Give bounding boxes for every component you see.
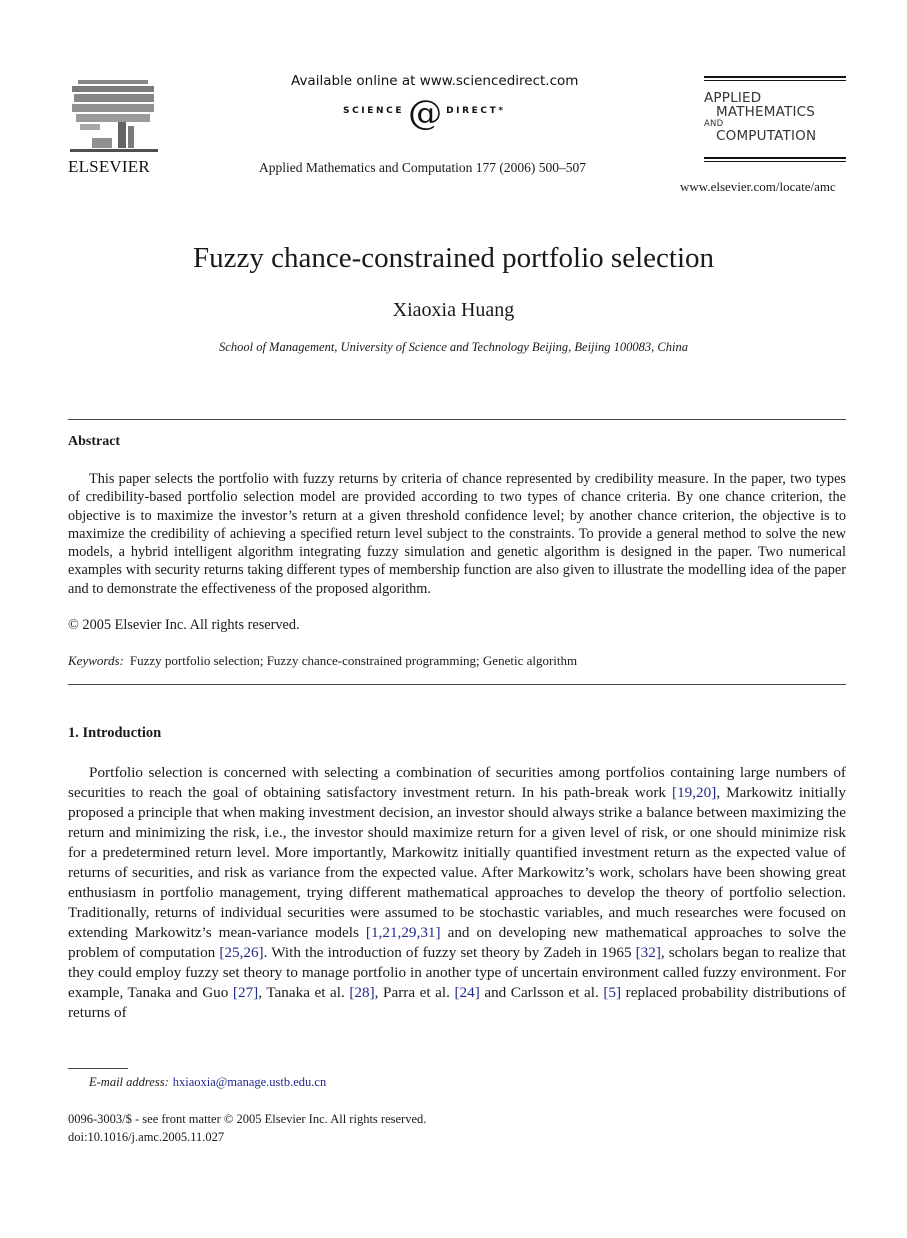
author-affiliation: School of Management, University of Scie…	[219, 340, 688, 354]
email-label: E-mail address:	[89, 1075, 169, 1089]
keywords-list: Fuzzy portfolio selection; Fuzzy chance-…	[129, 653, 578, 668]
citation-link[interactable]: [1,21,29,31]	[366, 924, 441, 941]
introduction-text: and Carlsson et al.	[479, 984, 604, 1001]
article-title: Fuzzy chance-constrained portfolio selec…	[193, 242, 714, 274]
abstract-copyright: © 2005 Elsevier Inc. All rights reserved…	[68, 617, 300, 633]
journal-logo-line: COMPUTATION	[716, 128, 817, 144]
divider	[68, 419, 846, 420]
abstract-body: This paper selects the portfolio with fu…	[68, 470, 846, 598]
journal-logo: APPLIED MATHEMATICS AND COMPUTATION	[704, 76, 846, 164]
introduction-paragraph: Portfolio selection is concerned with se…	[68, 763, 846, 1023]
citation-link[interactable]: [24]	[454, 984, 479, 1001]
keywords-label: Keywords:	[68, 653, 124, 668]
citation-link[interactable]: [28]	[349, 984, 374, 1001]
journal-logo-rule-top	[704, 76, 846, 81]
journal-url[interactable]: www.elsevier.com/locate/amc	[680, 179, 836, 195]
elsevier-logo: ELSEVIER	[68, 76, 160, 176]
sciencedirect-availability[interactable]: Available online at www.sciencedirect.co…	[291, 73, 578, 89]
citation-link[interactable]: [32]	[636, 944, 661, 961]
doi[interactable]: doi:10.1016/j.amc.2005.11.027	[68, 1130, 224, 1145]
article-author: Xiaoxia Huang	[392, 299, 515, 321]
keywords: Keywords: Fuzzy portfolio selection; Fuzz…	[68, 653, 577, 669]
introduction-text: , Markowitz initially proposed a princip…	[68, 784, 846, 941]
journal-logo-line: MATHEMATICS	[716, 104, 816, 120]
sciencedirect-logo[interactable]: SCIENCE @ DIRECT*	[343, 93, 506, 133]
introduction-body: Portfolio selection is concerned with se…	[68, 763, 846, 1023]
sciencedirect-logo-left: SCIENCE	[343, 106, 405, 116]
citation-link[interactable]: [5]	[603, 984, 621, 1001]
abstract-paragraph: This paper selects the portfolio with fu…	[68, 471, 846, 597]
introduction-text: , Parra et al.	[374, 984, 455, 1001]
footnote-email: E-mail address: hxiaoxia@manage.ustb.edu.…	[89, 1075, 326, 1090]
citation-link[interactable]: [27]	[233, 984, 258, 1001]
introduction-text: , Tanaka et al.	[258, 984, 350, 1001]
sciencedirect-logo-right: DIRECT*	[446, 106, 506, 116]
email-link[interactable]: hxiaoxia@manage.ustb.edu.cn	[173, 1075, 326, 1089]
journal-reference: Applied Mathematics and Computation 177 …	[259, 160, 586, 175]
footnote-rule	[68, 1068, 128, 1069]
abstract-heading: Abstract	[68, 434, 121, 449]
citation-link[interactable]: [19,20]	[672, 784, 716, 801]
sciencedirect-at-icon: @	[408, 93, 443, 133]
citation-link[interactable]: [25,26]	[219, 944, 263, 961]
divider	[68, 684, 846, 685]
issn-line: 0096-3003/$ - see front matter © 2005 El…	[68, 1112, 427, 1126]
introduction-text: . With the introduction of fuzzy set the…	[263, 944, 636, 961]
journal-logo-rule-bottom	[704, 157, 846, 162]
elsevier-wordmark: ELSEVIER	[68, 157, 150, 176]
elsevier-tree-icon	[70, 80, 158, 152]
section-heading-introduction: 1. Introduction	[68, 725, 162, 741]
journal-logo-line: APPLIED	[704, 90, 762, 106]
